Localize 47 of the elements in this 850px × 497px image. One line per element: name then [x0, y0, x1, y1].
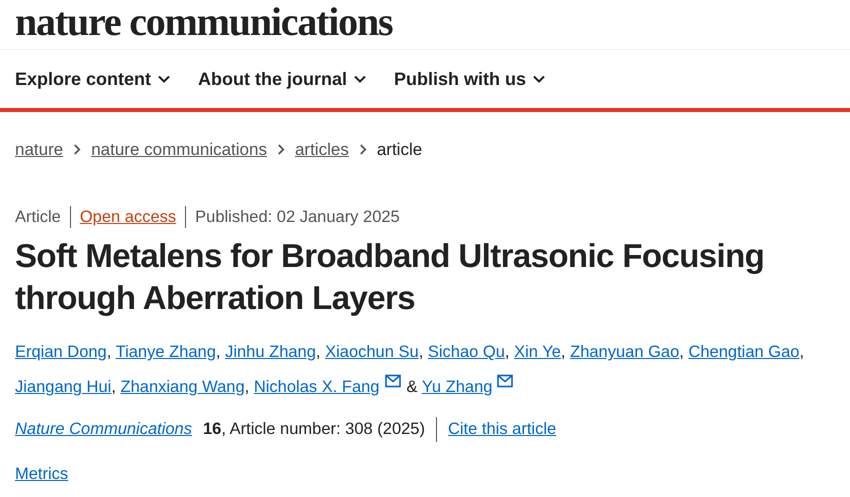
author-separator: , [106, 343, 112, 362]
breadcrumb-current: article [376, 139, 422, 161]
author-link[interactable]: Chengtian Gao [688, 343, 800, 362]
author-link[interactable]: Sichao Qu [428, 343, 505, 362]
author-link[interactable]: Xin Ye [514, 343, 561, 362]
caret-icon [158, 75, 170, 83]
author-separator: , [244, 378, 250, 396]
journal-logo[interactable]: nature communications [15, 0, 392, 44]
metrics-link[interactable]: Metrics [15, 465, 68, 484]
breadcrumb-link[interactable]: nature communications [91, 137, 267, 162]
breadcrumb-link[interactable]: articles [294, 137, 349, 162]
author-separator: , [418, 343, 424, 362]
author-link[interactable]: Nicholas X. Fang [254, 378, 400, 396]
author-link[interactable]: Yu Zhang [422, 378, 514, 396]
mail-icon [497, 374, 514, 388]
author-separator: , [504, 343, 510, 362]
citation-details: 16, Article number: 308 (2025) [203, 419, 425, 440]
cite-link[interactable]: Cite this article [448, 417, 556, 442]
mail-icon [384, 374, 400, 388]
author-link[interactable]: Xiaochun Su [325, 343, 419, 362]
chevron-icon [276, 144, 285, 156]
nav-menu-button[interactable]: Publish with us [394, 66, 546, 92]
article-meta: Published: 02 January 2025 [195, 206, 400, 228]
author-separator: & [406, 378, 418, 396]
author-link[interactable]: Zhanyuan Gao [570, 343, 680, 362]
breadcrumb-link[interactable]: nature [15, 137, 64, 162]
author-separator: , [316, 343, 321, 362]
author-link[interactable]: Jinhu Zhang [225, 343, 316, 362]
author-link[interactable]: Erqian Dong [15, 343, 107, 362]
author-separator: , [799, 343, 804, 362]
author-separator: , [560, 343, 566, 362]
nav-menu-button[interactable]: Explore content [15, 66, 170, 92]
nav-menu-button[interactable]: About the journal [198, 66, 366, 92]
open-access-link[interactable]: Open access [80, 204, 176, 230]
caret-icon [533, 75, 546, 83]
caret-icon [354, 75, 366, 83]
chevron-icon [73, 144, 82, 156]
author-separator: , [216, 343, 220, 362]
author-separator: , [679, 343, 684, 362]
author-link[interactable]: Zhanxiang Wang [120, 378, 245, 396]
author-link[interactable]: Jiangang Hui [15, 378, 112, 396]
article-meta: Article [15, 206, 61, 228]
chevron-icon [358, 144, 367, 156]
article-title: Soft Metalens for Broadband Ultrasonic Focusing through Aberration Layers [15, 236, 766, 318]
journal-link[interactable]: Nature Communications [15, 417, 192, 442]
author-link[interactable]: Tianye Zhang [116, 343, 216, 362]
author-separator: , [111, 378, 116, 396]
